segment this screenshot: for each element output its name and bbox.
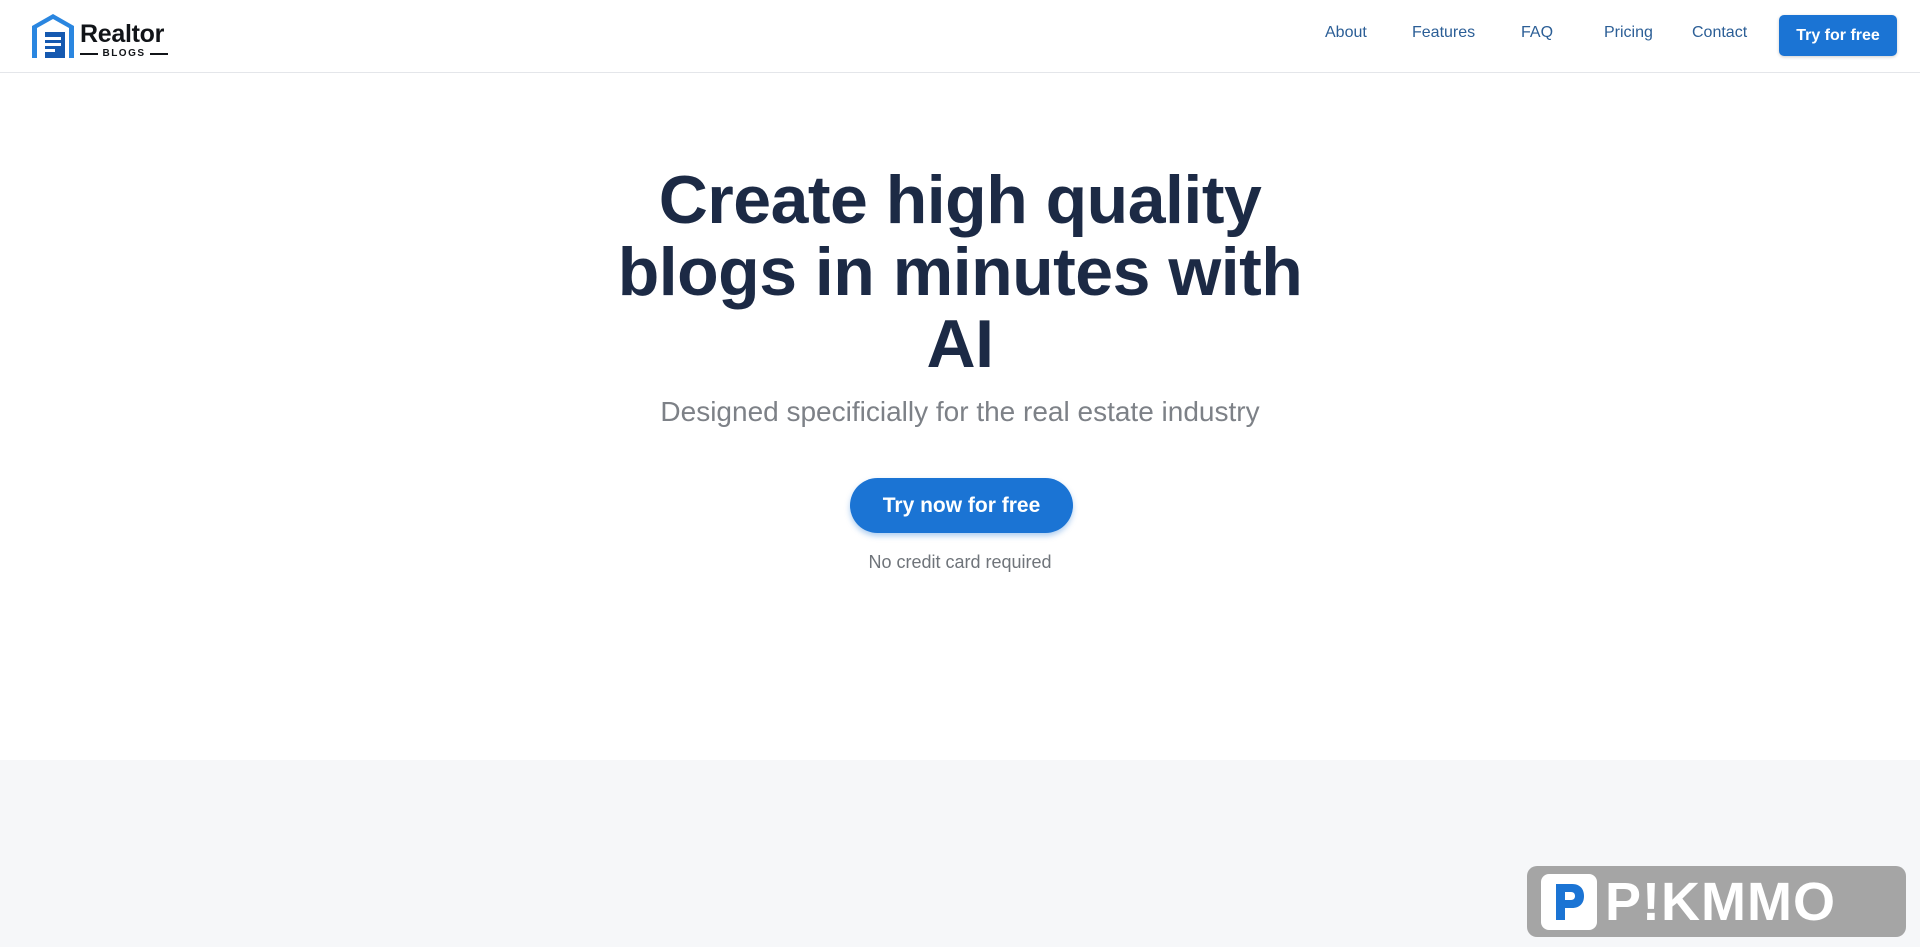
logo-subtitle: BLOGS [80, 48, 168, 60]
logo-rule-left [80, 53, 99, 55]
logo-sub-text: BLOGS [102, 48, 146, 59]
nav-faq[interactable]: FAQ [1521, 24, 1553, 42]
watermark-text: P!KMMO [1605, 871, 1836, 932]
logo-rule-right [149, 53, 168, 55]
site-header: Realtor BLOGS About Features FAQ Pricing… [0, 0, 1920, 73]
hero-title: Create high quality blogs in minutes wit… [600, 164, 1320, 380]
watermark: P!KMMO [1527, 866, 1906, 937]
try-now-for-free-button[interactable]: Try now for free [850, 478, 1073, 533]
hero-subtitle: Designed specificially for the real esta… [660, 396, 1260, 427]
no-credit-card-note: No credit card required [868, 552, 1052, 572]
hero-title-line-3: AI [926, 306, 995, 382]
nav-about[interactable]: About [1325, 24, 1367, 42]
house-logo-icon [32, 14, 74, 58]
nav-features[interactable]: Features [1412, 24, 1475, 42]
hero-title-line-1: Create high quality [658, 162, 1262, 238]
nav-contact[interactable]: Contact [1692, 24, 1747, 42]
p-letter-icon [1556, 883, 1584, 920]
logo-wordmark: Realtor [80, 20, 165, 48]
nav-pricing[interactable]: Pricing [1604, 24, 1653, 42]
logo[interactable]: Realtor BLOGS [30, 12, 170, 62]
watermark-p-icon [1541, 873, 1597, 930]
try-for-free-button[interactable]: Try for free [1779, 15, 1897, 56]
hero-section: Create high quality blogs in minutes wit… [0, 74, 1920, 760]
hero-title-line-2: blogs in minutes with [617, 234, 1303, 310]
